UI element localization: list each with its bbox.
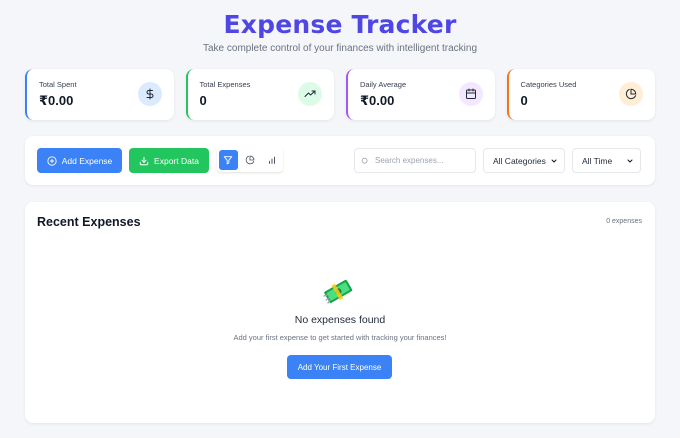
- time-select-value: All Time: [582, 155, 613, 166]
- recent-expenses-panel: Recent Expenses 0 expenses No expenses f…: [25, 202, 655, 423]
- export-data-button[interactable]: Export Data: [129, 148, 209, 173]
- plus-circle-icon: [47, 155, 57, 166]
- search-input[interactable]: [375, 156, 465, 165]
- filter-view-button[interactable]: [219, 150, 238, 170]
- recent-expenses-title: Recent Expenses: [37, 215, 141, 229]
- export-data-label: Export Data: [154, 155, 199, 166]
- stat-card-total-spent: Total Spent ₹0.00: [25, 69, 174, 120]
- trending-up-icon: [298, 82, 322, 106]
- category-select-value: All Categories: [493, 155, 546, 166]
- view-toggle-group: [217, 148, 283, 172]
- filter-icon: [224, 156, 233, 165]
- calendar-icon: [458, 82, 483, 106]
- stat-card-total-expenses: Total Expenses 0: [185, 69, 334, 120]
- pie-chart-icon: [619, 82, 643, 106]
- page-subtitle: Take complete control of your finances w…: [202, 43, 478, 54]
- add-expense-button[interactable]: Add Expense: [37, 148, 122, 173]
- add-first-expense-button[interactable]: Add Your First Expense: [287, 355, 392, 379]
- pie-view-button[interactable]: [241, 150, 260, 170]
- money-icon: [323, 279, 353, 304]
- bar-chart-icon: [268, 156, 275, 164]
- empty-state-title: No expenses found: [294, 314, 386, 326]
- add-expense-label: Add Expense: [61, 155, 113, 166]
- toolbar: Add Expense Export Data All Categories A…: [25, 136, 655, 185]
- search-icon: [361, 157, 368, 164]
- chevron-down-icon: [551, 159, 557, 162]
- time-select[interactable]: All Time: [572, 148, 641, 173]
- stat-card-daily-average: Daily Average ₹0.00: [346, 69, 495, 120]
- page-title: Expense Tracker: [223, 10, 457, 39]
- category-select[interactable]: All Categories: [483, 148, 565, 173]
- page-header: Expense Tracker Take complete control of…: [0, 0, 680, 62]
- chevron-down-icon: [627, 159, 633, 162]
- pie-chart-icon: [245, 155, 255, 165]
- empty-state-subtitle: Add your first expense to get started wi…: [233, 333, 447, 342]
- expense-count: 0 expenses: [606, 218, 642, 225]
- download-icon: [139, 156, 149, 165]
- dollar-icon: [137, 82, 162, 106]
- search-box: [354, 148, 476, 173]
- bar-view-button[interactable]: [262, 150, 281, 170]
- stats-row: Total Spent ₹0.00 Total Expenses 0 Daily…: [25, 69, 655, 120]
- stat-card-categories-used: Categories Used 0: [506, 69, 655, 120]
